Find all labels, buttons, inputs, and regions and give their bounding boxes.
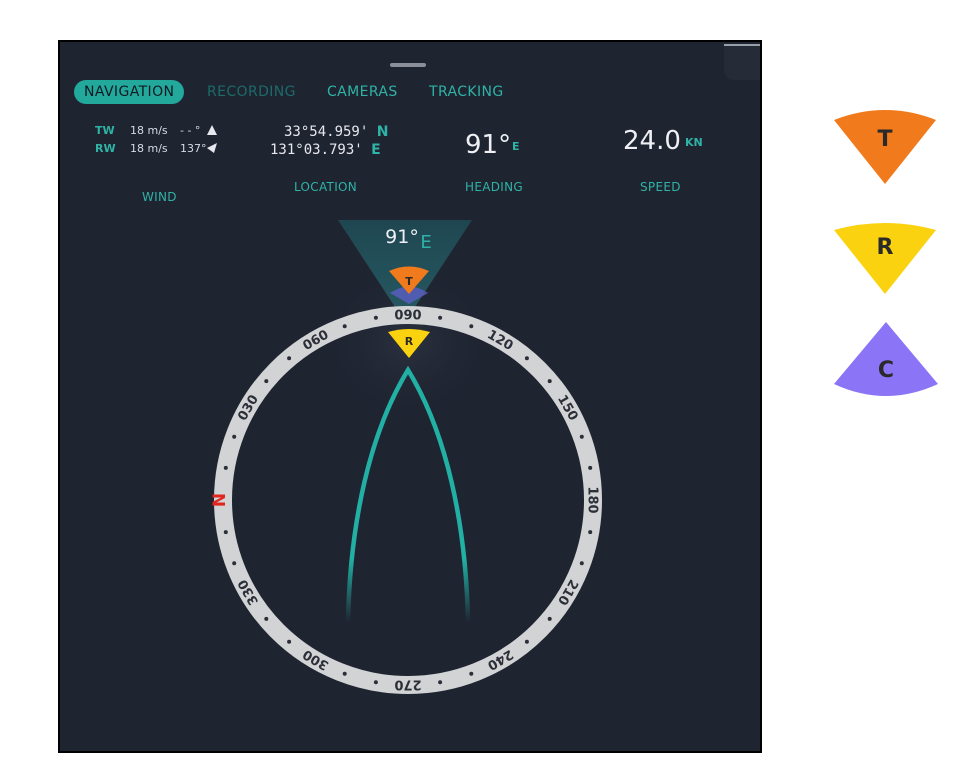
ring-label-180: 180 (585, 486, 600, 513)
ring-dot (588, 530, 593, 535)
navigation-panel: NAVIGATION RECORDING CAMERAS TRACKING TW… (58, 40, 762, 753)
marker-legend-t: T (834, 110, 936, 184)
ring-dot (469, 671, 474, 676)
ring-dot (223, 465, 228, 470)
ring-dot (524, 356, 529, 361)
ring-dot (223, 530, 228, 535)
ring-dot (588, 465, 593, 470)
ring-label-090: 090 (394, 309, 421, 324)
ring-dot (342, 324, 347, 329)
ring-dot (264, 379, 269, 384)
compass-heading-direction: E (420, 232, 431, 253)
legend-r-letter: R (877, 235, 894, 260)
ring-dot (264, 616, 269, 621)
ring-dot (232, 434, 237, 439)
ring-dot (287, 356, 292, 361)
ring-dot (438, 680, 443, 685)
ring-dot (373, 315, 378, 320)
ring-dot (373, 680, 378, 685)
ring-dot (547, 379, 552, 384)
ring-dot (232, 561, 237, 566)
ring-dot (438, 315, 443, 320)
ring-dot (287, 639, 292, 644)
marker-r-letter: R (405, 335, 414, 348)
ring-label-270: 270 (394, 677, 421, 692)
north-indicator: N (210, 493, 230, 507)
marker-legend-r: R (834, 223, 936, 294)
ring-dot (547, 616, 552, 621)
compass-heading-value: 91° (385, 226, 419, 248)
ring-dot (469, 324, 474, 329)
ring-dot (579, 434, 584, 439)
compass-dial: 060090120150180210240270300330030 N T R … (210, 220, 602, 694)
ring-dot (579, 561, 584, 566)
marker-legend-c: C (834, 322, 938, 396)
legend-c-letter: C (878, 358, 894, 383)
marker-t-letter: T (405, 275, 413, 288)
ring-dot (342, 671, 347, 676)
legend-t-letter: T (877, 127, 892, 152)
ring-dot (524, 639, 529, 644)
